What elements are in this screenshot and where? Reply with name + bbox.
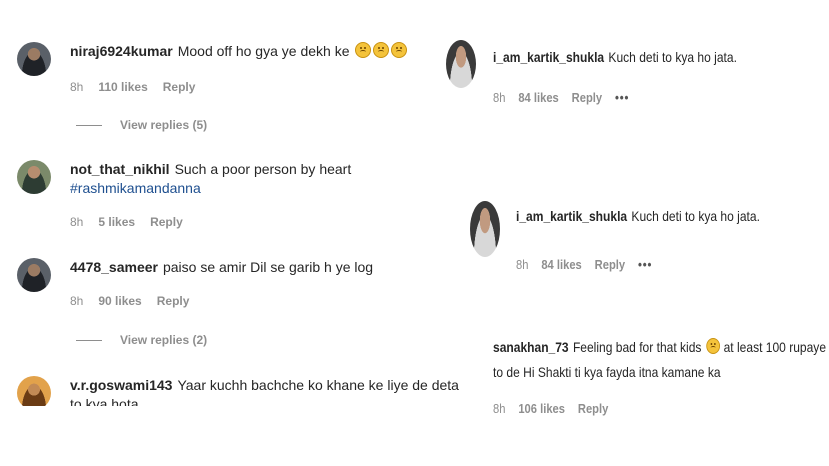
- avatar[interactable]: [17, 42, 51, 76]
- comment-body: 4478_sameer paiso se amir Dil se garib h …: [70, 258, 373, 308]
- reply-button[interactable]: Reply: [163, 80, 196, 94]
- username[interactable]: i_am_kartik_shukla: [516, 208, 627, 224]
- sad-face-icon: [355, 42, 372, 58]
- comment-text-line: not_that_nikhil Such a poor person by hea…: [70, 160, 351, 179]
- sad-face-icon: [373, 42, 390, 58]
- timestamp: 8h: [516, 257, 529, 272]
- avatar[interactable]: [470, 201, 500, 257]
- view-replies-button[interactable]: View replies (2): [76, 333, 207, 347]
- likes-count[interactable]: 106 likes: [518, 401, 565, 416]
- comment-body: i_am_kartik_shukla Kuch deti to kya ho ja…: [516, 207, 800, 272]
- comment-body: sanakhan_73 Feeling bad for that kids at …: [493, 338, 829, 416]
- comment-meta: 8h 106 likes Reply: [493, 401, 826, 416]
- comment-body: niraj6924kumar Mood off ho gya ye dekh ke…: [70, 42, 408, 94]
- comment-sanakhan-73: sanakhan_73 Feeling bad for that kids at …: [493, 338, 829, 416]
- reply-button[interactable]: Reply: [150, 215, 183, 229]
- view-replies-button[interactable]: View replies (5): [76, 118, 207, 132]
- likes-count[interactable]: 5 likes: [98, 215, 135, 229]
- comment-text-line-2: to de Hi Shakti ti kya fayda itna kamane…: [493, 364, 721, 380]
- comment-i-am-kartik-shukla-2: i_am_kartik_shukla Kuch deti to kya ho ja…: [470, 201, 800, 272]
- avatar[interactable]: [446, 40, 476, 88]
- comment-v-r-goswami143: v.r.goswami143 Yaar kuchh bachche ko khan…: [17, 376, 459, 406]
- timestamp: 8h: [493, 90, 506, 105]
- reply-button[interactable]: Reply: [572, 90, 602, 105]
- comment-text: paiso se amir Dil se garib h ye log: [162, 259, 374, 275]
- comment-body: v.r.goswami143 Yaar kuchh bachche ko khan…: [70, 376, 459, 406]
- comment-meta: 8h 84 likes Reply •••: [493, 90, 737, 105]
- hashtag-link[interactable]: #rashmikamandanna: [70, 179, 351, 198]
- username[interactable]: v.r.goswami143: [70, 377, 172, 393]
- likes-count[interactable]: 110 likes: [98, 80, 147, 94]
- sad-face-icon: [391, 42, 408, 58]
- comment-body: not_that_nikhil Such a poor person by hea…: [70, 160, 351, 229]
- comment-text: Kuch deti to kya ho jata.: [608, 49, 737, 65]
- comment-text-line: niraj6924kumar Mood off ho gya ye dekh ke: [70, 42, 408, 61]
- comment-text: Mood off ho gya ye dekh ke: [177, 43, 350, 59]
- comment-text-line-2: to kya hota: [70, 396, 139, 406]
- reply-button[interactable]: Reply: [578, 401, 608, 416]
- avatar[interactable]: [17, 160, 51, 194]
- likes-count[interactable]: 84 likes: [518, 90, 558, 105]
- view-replies-label: View replies (2): [120, 333, 208, 347]
- comment-meta: 8h 84 likes Reply •••: [516, 257, 760, 272]
- username[interactable]: niraj6924kumar: [70, 43, 173, 59]
- username[interactable]: not_that_nikhil: [70, 161, 170, 177]
- comment-text: Feeling bad for that kids: [572, 339, 702, 355]
- comment-text-line: 4478_sameer paiso se amir Dil se garib h …: [70, 258, 373, 277]
- likes-count[interactable]: 90 likes: [98, 294, 141, 308]
- comment-clip-region: v.r.goswami143 Yaar kuchh bachche ko khan…: [0, 370, 470, 406]
- comment-text-line: v.r.goswami143 Yaar kuchh bachche ko khan…: [70, 376, 459, 395]
- comment-body: i_am_kartik_shukla Kuch deti to kya ho ja…: [493, 48, 777, 105]
- comment-4478-sameer: 4478_sameer paiso se amir Dil se garib h …: [17, 258, 373, 308]
- comment-text: Yaar kuchh bachche ko khane ke liye de d…: [177, 377, 459, 393]
- username[interactable]: sanakhan_73: [493, 339, 569, 355]
- divider-line: [76, 124, 102, 126]
- divider-line: [76, 339, 102, 341]
- timestamp: 8h: [70, 294, 84, 308]
- username[interactable]: i_am_kartik_shukla: [493, 49, 604, 65]
- comment-not-that-nikhil: not_that_nikhil Such a poor person by hea…: [17, 160, 351, 229]
- timestamp: 8h: [70, 215, 84, 229]
- timestamp: 8h: [493, 401, 506, 416]
- username[interactable]: 4478_sameer: [70, 259, 158, 275]
- avatar[interactable]: [17, 258, 51, 292]
- comment-text-line: i_am_kartik_shukla Kuch deti to kya ho ja…: [516, 207, 760, 226]
- likes-count[interactable]: 84 likes: [541, 257, 581, 272]
- comment-niraj6924kumar: niraj6924kumar Mood off ho gya ye dekh ke…: [17, 42, 408, 94]
- timestamp: 8h: [70, 80, 84, 94]
- comment-text-after: at least 100 rupaye: [723, 339, 827, 355]
- reply-button[interactable]: Reply: [595, 257, 625, 272]
- comment-text-line: sanakhan_73 Feeling bad for that kids at …: [493, 338, 826, 357]
- avatar[interactable]: [17, 376, 51, 406]
- view-replies-label: View replies (5): [120, 118, 208, 132]
- comment-i-am-kartik-shukla-1: i_am_kartik_shukla Kuch deti to kya ho ja…: [446, 40, 777, 105]
- comment-text-line: i_am_kartik_shukla Kuch deti to kya ho ja…: [493, 48, 737, 67]
- more-options-icon[interactable]: •••: [638, 257, 652, 272]
- comment-meta: 8h 110 likes Reply: [70, 80, 407, 94]
- comment-meta: 8h 5 likes Reply: [70, 215, 351, 229]
- comment-text: Such a poor person by heart: [174, 161, 352, 177]
- comment-text: Kuch deti to kya ho jata.: [631, 208, 760, 224]
- reply-button[interactable]: Reply: [157, 294, 190, 308]
- comment-meta: 8h 90 likes Reply: [70, 294, 373, 308]
- more-options-icon[interactable]: •••: [615, 90, 629, 105]
- sad-face-icon: [706, 338, 721, 354]
